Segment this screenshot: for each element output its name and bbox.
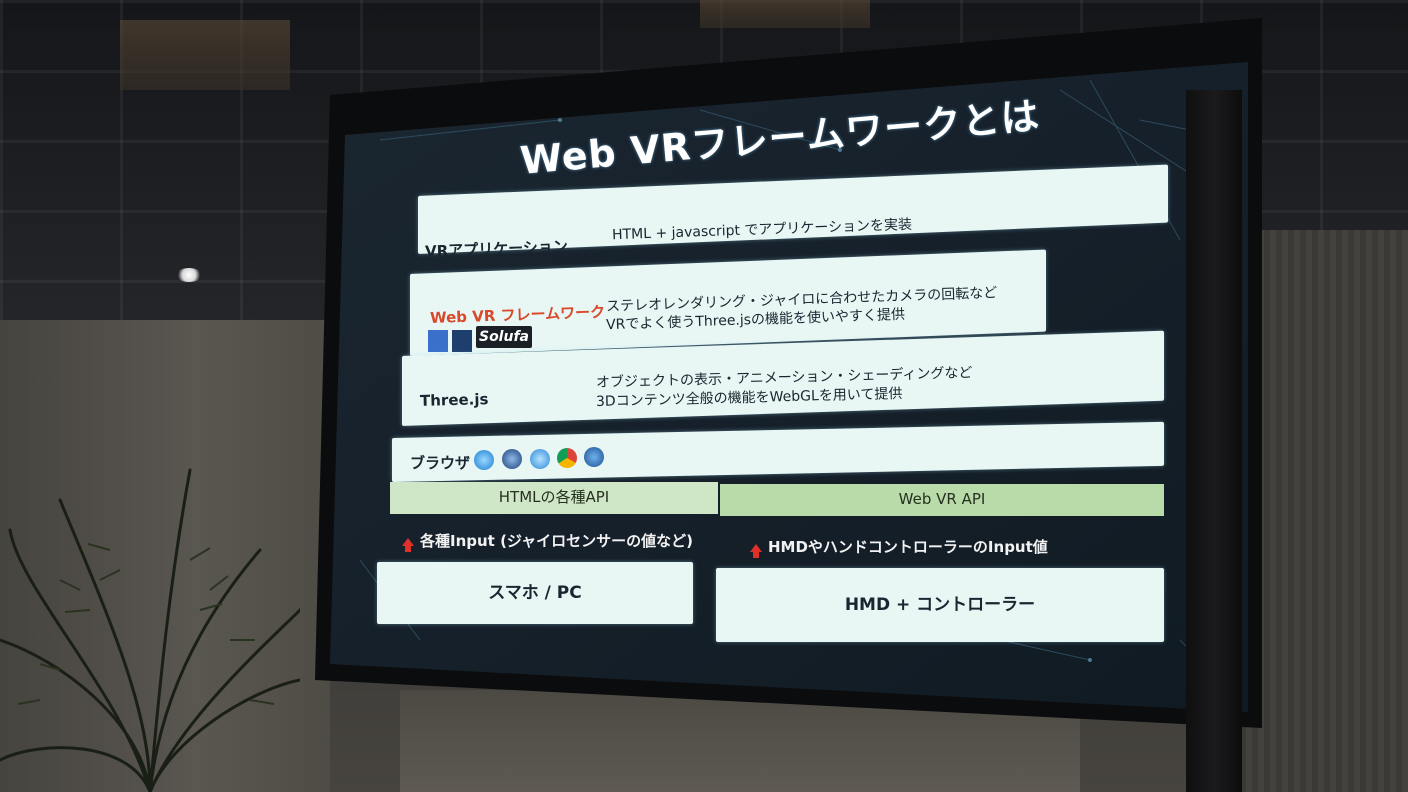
layer-browser-label: ブラウザ xyxy=(410,454,471,472)
up-arrow-icon xyxy=(402,537,414,552)
input-note-left-text: 各種Input (ジャイロセンサーの値など) xyxy=(420,532,694,550)
solufa-logo: Solufa xyxy=(476,326,532,348)
up-arrow-icon xyxy=(750,543,762,558)
chrome-icon xyxy=(557,448,577,468)
solufa-logo-text: Solufa xyxy=(478,329,529,345)
firefox-icon xyxy=(584,447,604,467)
input-note-right-text: HMDやハンドコントローラーのInput値 xyxy=(768,538,1048,556)
safari-icon xyxy=(502,449,522,469)
threejs-icon xyxy=(428,330,448,352)
layer-threejs-label: Three.js xyxy=(419,390,489,410)
device-smartphone-pc: スマホ / PC xyxy=(377,562,693,624)
html-api-bar: HTMLの各種API xyxy=(390,482,718,514)
edge-icon xyxy=(530,449,550,469)
input-note-right: HMDやハンドコントローラーのInput値 xyxy=(750,536,1048,558)
stand-pole xyxy=(1186,90,1242,792)
device-hmd-controller: HMD + コントローラー xyxy=(716,568,1164,642)
react-icon xyxy=(452,330,472,352)
photo-scene: Web VRフレームワークとは VRアプリケーション HTML + javasc… xyxy=(0,0,1408,792)
webvr-api-bar: Web VR API xyxy=(720,484,1164,516)
ie-icon xyxy=(474,450,494,470)
input-note-left: 各種Input (ジャイロセンサーの値など) xyxy=(402,530,694,552)
